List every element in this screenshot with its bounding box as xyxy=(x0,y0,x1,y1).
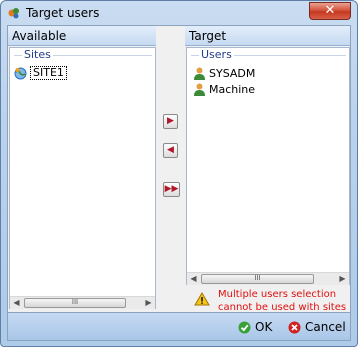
ok-button-label: OK xyxy=(255,320,273,334)
target-panel[interactable]: Users SYSADM Machine ◀ III ▶ xyxy=(186,47,350,285)
tree-item-sysadm-label: SYSADM xyxy=(209,66,256,80)
available-panel[interactable]: Sites SITE1 ◀ III ▶ xyxy=(9,47,156,309)
target-header: Target xyxy=(185,26,350,46)
available-header: Available xyxy=(8,26,156,46)
users-group-label: Users xyxy=(199,48,234,61)
move-right-button[interactable]: ▶ xyxy=(163,114,178,129)
target-horizontal-scrollbar[interactable]: ◀ III ▶ xyxy=(187,272,349,285)
tree-item-site1[interactable]: SITE1 xyxy=(14,66,67,80)
close-button[interactable]: ✕ xyxy=(309,2,351,20)
scrollbar-thumb[interactable]: III xyxy=(201,274,314,284)
sites-group-label: Sites xyxy=(22,48,53,61)
user-icon xyxy=(194,67,205,80)
button-bar: OK Cancel xyxy=(8,312,350,340)
scrollbar-thumb[interactable]: III xyxy=(24,298,126,308)
window-title: Target users xyxy=(26,6,100,20)
tree-item-machine-label: Machine xyxy=(209,82,256,96)
user-icon xyxy=(194,83,205,96)
check-icon xyxy=(238,321,251,333)
move-all-right-button[interactable]: ▶▶ xyxy=(163,182,180,197)
tree-item-site1-label: SITE1 xyxy=(30,66,67,80)
sites-group: Sites xyxy=(14,48,152,61)
target-header-label: Target xyxy=(189,29,227,43)
available-header-label: Available xyxy=(12,29,67,43)
move-left-button[interactable]: ◀ xyxy=(163,143,178,158)
cancel-button[interactable]: Cancel xyxy=(288,319,346,335)
cancel-icon xyxy=(288,321,301,333)
scroll-left-arrow-icon[interactable]: ◀ xyxy=(187,273,200,285)
warning-icon xyxy=(194,292,210,306)
scroll-right-arrow-icon[interactable]: ▶ xyxy=(336,273,349,285)
title-bar[interactable]: Target users ✕ xyxy=(1,1,357,25)
app-icon xyxy=(8,8,19,19)
scroll-left-arrow-icon[interactable]: ◀ xyxy=(10,297,23,309)
dialog-client: Available Target Sites SITE1 ◀ III ▶ ▶ ◀… xyxy=(7,25,351,341)
tree-item-sysadm[interactable]: SYSADM xyxy=(193,66,255,80)
site-globe-icon xyxy=(14,67,27,79)
dialog-window: Target users ✕ Available Target Sites SI… xyxy=(0,0,358,347)
ok-button[interactable]: OK xyxy=(238,319,272,335)
tree-item-machine[interactable]: Machine xyxy=(193,82,255,96)
cancel-button-label: Cancel xyxy=(305,320,346,334)
scroll-right-arrow-icon[interactable]: ▶ xyxy=(142,297,155,309)
available-horizontal-scrollbar[interactable]: ◀ III ▶ xyxy=(10,296,155,309)
users-group: Users xyxy=(191,48,346,61)
